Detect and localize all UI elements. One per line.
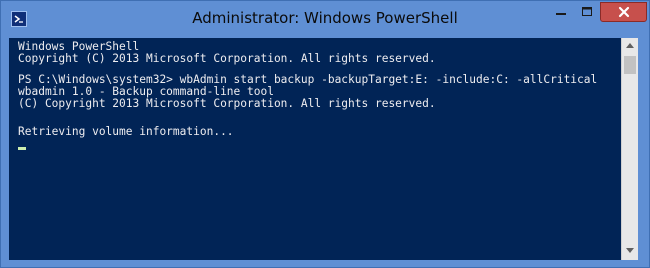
minimize-icon	[556, 13, 566, 15]
powershell-window: Administrator: Windows PowerShell Window…	[0, 0, 650, 268]
close-button[interactable]	[600, 2, 647, 22]
console-line: Retrieving volume information...	[18, 125, 234, 138]
maximize-icon	[582, 7, 592, 16]
title-bar[interactable]: Administrator: Windows PowerShell	[1, 1, 649, 37]
scroll-down-icon	[626, 248, 634, 253]
scroll-thumb[interactable]	[624, 56, 636, 74]
console-output[interactable]: Windows PowerShell Copyright (C) 2013 Mi…	[9, 38, 621, 260]
scroll-up-button[interactable]	[622, 38, 638, 54]
maximize-button[interactable]	[574, 2, 600, 22]
vertical-scrollbar[interactable]	[621, 38, 638, 260]
minimize-button[interactable]	[548, 2, 574, 22]
text-cursor	[18, 147, 26, 150]
scroll-up-icon	[626, 43, 634, 48]
scroll-down-button[interactable]	[622, 243, 638, 259]
close-icon	[618, 6, 630, 18]
console-line: Copyright (C) 2013 Microsoft Corporation…	[18, 52, 436, 65]
console-line: (C) Copyright 2013 Microsoft Corporation…	[18, 97, 436, 110]
